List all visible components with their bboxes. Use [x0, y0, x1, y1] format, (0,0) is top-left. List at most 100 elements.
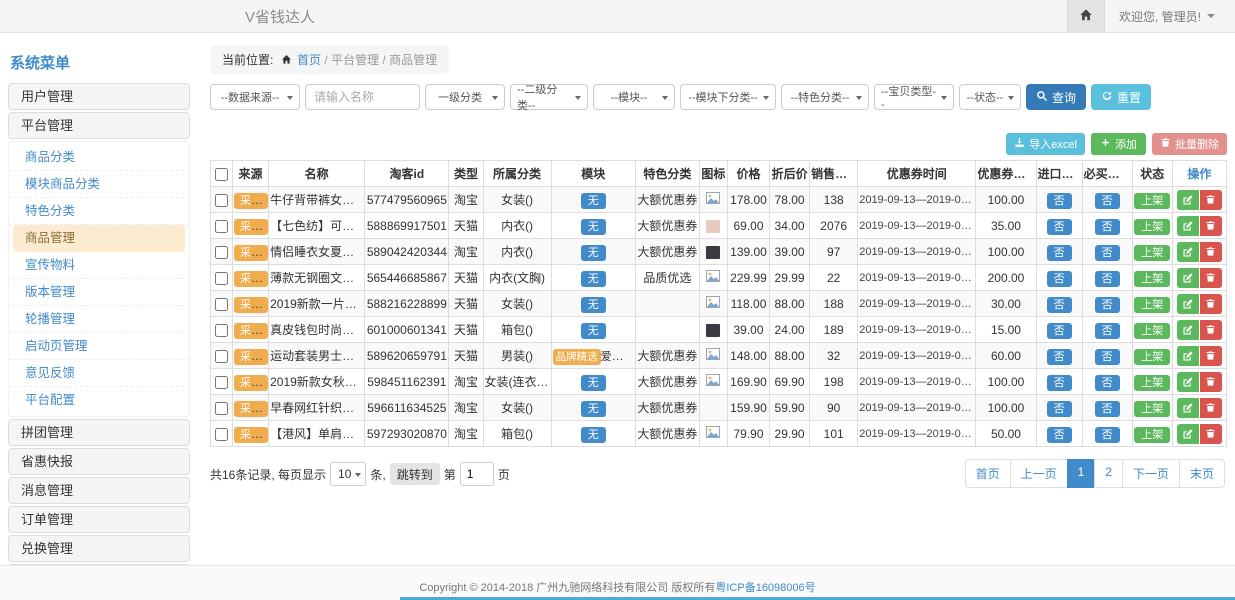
jump-page-input[interactable] [460, 462, 494, 486]
edit-button[interactable] [1177, 346, 1199, 366]
status-button[interactable]: 上架 [1134, 193, 1170, 209]
delete-button[interactable] [1200, 268, 1222, 288]
row-checkbox[interactable] [215, 428, 228, 441]
sidebar-submenu-item[interactable]: 商品分类 [9, 144, 189, 171]
edit-button[interactable] [1177, 398, 1199, 418]
must-buy-toggle-button[interactable]: 否 [1095, 193, 1120, 209]
delete-button[interactable] [1200, 242, 1222, 262]
sidebar-group-item[interactable]: 订单管理 [8, 506, 190, 533]
sidebar-group-item[interactable]: 省惠快报 [8, 448, 190, 475]
name-search-input[interactable] [305, 84, 420, 110]
must-buy-toggle-button[interactable]: 否 [1095, 245, 1120, 261]
sidebar-submenu-item[interactable]: 特色分类 [9, 198, 189, 225]
sidebar-submenu-item[interactable]: 模块商品分类 [9, 171, 189, 198]
sidebar-submenu-item[interactable]: 启动页管理 [9, 333, 189, 360]
filter-select-status[interactable]: --状态-- [959, 84, 1021, 110]
page-last-button[interactable]: 末页 [1179, 459, 1225, 488]
page-number-button[interactable]: 1 [1067, 459, 1096, 488]
page-number-button[interactable]: 2 [1094, 459, 1123, 488]
filter-select-item-type[interactable]: --宝贝类型-- [874, 84, 954, 110]
status-button[interactable]: 上架 [1134, 349, 1170, 365]
edit-button[interactable] [1177, 320, 1199, 340]
imported-toggle-button[interactable]: 否 [1047, 193, 1072, 209]
status-button[interactable]: 上架 [1134, 401, 1170, 417]
delete-button[interactable] [1200, 216, 1222, 236]
sidebar-submenu-item[interactable]: 版本管理 [9, 279, 189, 306]
delete-button[interactable] [1200, 372, 1222, 392]
search-button[interactable]: 查询 [1026, 84, 1086, 110]
reset-button[interactable]: 重置 [1091, 84, 1151, 110]
row-checkbox[interactable] [215, 376, 228, 389]
delete-button[interactable] [1200, 424, 1222, 444]
must-buy-toggle-button[interactable]: 否 [1095, 323, 1120, 339]
imported-toggle-button[interactable]: 否 [1047, 427, 1072, 443]
user-menu[interactable]: 欢迎您, 管理员! [1119, 8, 1215, 25]
status-button[interactable]: 上架 [1134, 219, 1170, 235]
sidebar-submenu-item[interactable]: 宣传物料 [9, 252, 189, 279]
must-buy-toggle-button[interactable]: 否 [1095, 401, 1120, 417]
delete-button[interactable] [1200, 346, 1222, 366]
row-checkbox[interactable] [215, 194, 228, 207]
per-page-select[interactable]: 10 [330, 462, 366, 486]
jump-button[interactable]: 跳转到 [390, 463, 440, 485]
page-first-button[interactable]: 首页 [965, 459, 1011, 488]
status-button[interactable]: 上架 [1134, 297, 1170, 313]
filter-select-module[interactable]: --模块-- [593, 84, 675, 110]
filter-select-level2-category[interactable]: --二级分类-- [510, 84, 588, 110]
status-button[interactable]: 上架 [1134, 375, 1170, 391]
status-button[interactable]: 上架 [1134, 245, 1170, 261]
filter-select-data-source[interactable]: --数据来源-- [210, 84, 300, 110]
must-buy-toggle-button[interactable]: 否 [1095, 297, 1120, 313]
must-buy-toggle-button[interactable]: 否 [1095, 219, 1120, 235]
edit-button[interactable] [1177, 294, 1199, 314]
row-checkbox[interactable] [215, 350, 228, 363]
must-buy-toggle-button[interactable]: 否 [1095, 427, 1120, 443]
sidebar-submenu-item-active[interactable]: 商品管理 [13, 225, 185, 252]
status-button[interactable]: 上架 [1134, 271, 1170, 287]
imported-toggle-button[interactable]: 否 [1047, 219, 1072, 235]
delete-button[interactable] [1200, 398, 1222, 418]
edit-button[interactable] [1177, 424, 1199, 444]
must-buy-toggle-button[interactable]: 否 [1095, 349, 1120, 365]
edit-button[interactable] [1177, 372, 1199, 392]
status-button[interactable]: 上架 [1134, 427, 1170, 443]
must-buy-toggle-button[interactable]: 否 [1095, 271, 1120, 287]
filter-select-level1-category[interactable]: 一级分类 [425, 84, 505, 110]
imported-toggle-button[interactable]: 否 [1047, 271, 1072, 287]
must-buy-toggle-button[interactable]: 否 [1095, 375, 1120, 391]
edit-button[interactable] [1177, 190, 1199, 210]
edit-button[interactable] [1177, 268, 1199, 288]
sidebar-group-item[interactable]: 消息管理 [8, 477, 190, 504]
delete-button[interactable] [1200, 190, 1222, 210]
imported-toggle-button[interactable]: 否 [1047, 349, 1072, 365]
row-checkbox[interactable] [215, 324, 228, 337]
row-checkbox[interactable] [215, 402, 228, 415]
imported-toggle-button[interactable]: 否 [1047, 297, 1072, 313]
imported-toggle-button[interactable]: 否 [1047, 245, 1072, 261]
icp-link[interactable]: 粤ICP备16098006号 [715, 582, 815, 594]
sidebar-submenu-item[interactable]: 轮播管理 [9, 306, 189, 333]
add-button[interactable]: 添加 [1091, 133, 1146, 155]
filter-select-feature-category[interactable]: --特色分类-- [781, 84, 869, 110]
breadcrumb-home-link[interactable]: 首页 [297, 53, 321, 67]
delete-button[interactable] [1200, 294, 1222, 314]
sidebar-submenu-item[interactable]: 平台配置 [9, 387, 189, 414]
row-checkbox[interactable] [215, 272, 228, 285]
sidebar-group-item[interactable]: 平台管理 [8, 112, 190, 139]
edit-button[interactable] [1177, 216, 1199, 236]
row-checkbox[interactable] [215, 298, 228, 311]
select-all-checkbox[interactable] [215, 168, 228, 181]
home-button[interactable] [1067, 0, 1105, 32]
filter-select-module-subcategory[interactable]: --模块下分类-- [680, 84, 776, 110]
import-excel-button[interactable]: 导入excel [1006, 133, 1085, 155]
row-checkbox[interactable] [215, 246, 228, 259]
status-button[interactable]: 上架 [1134, 323, 1170, 339]
imported-toggle-button[interactable]: 否 [1047, 401, 1072, 417]
page-prev-button[interactable]: 上一页 [1010, 459, 1068, 488]
sidebar-submenu-item[interactable]: 意见反馈 [9, 360, 189, 387]
edit-button[interactable] [1177, 242, 1199, 262]
sidebar-group-item[interactable]: 兑换管理 [8, 535, 190, 562]
delete-button[interactable] [1200, 320, 1222, 340]
sidebar-group-item[interactable]: 用户管理 [8, 83, 190, 110]
row-checkbox[interactable] [215, 220, 228, 233]
